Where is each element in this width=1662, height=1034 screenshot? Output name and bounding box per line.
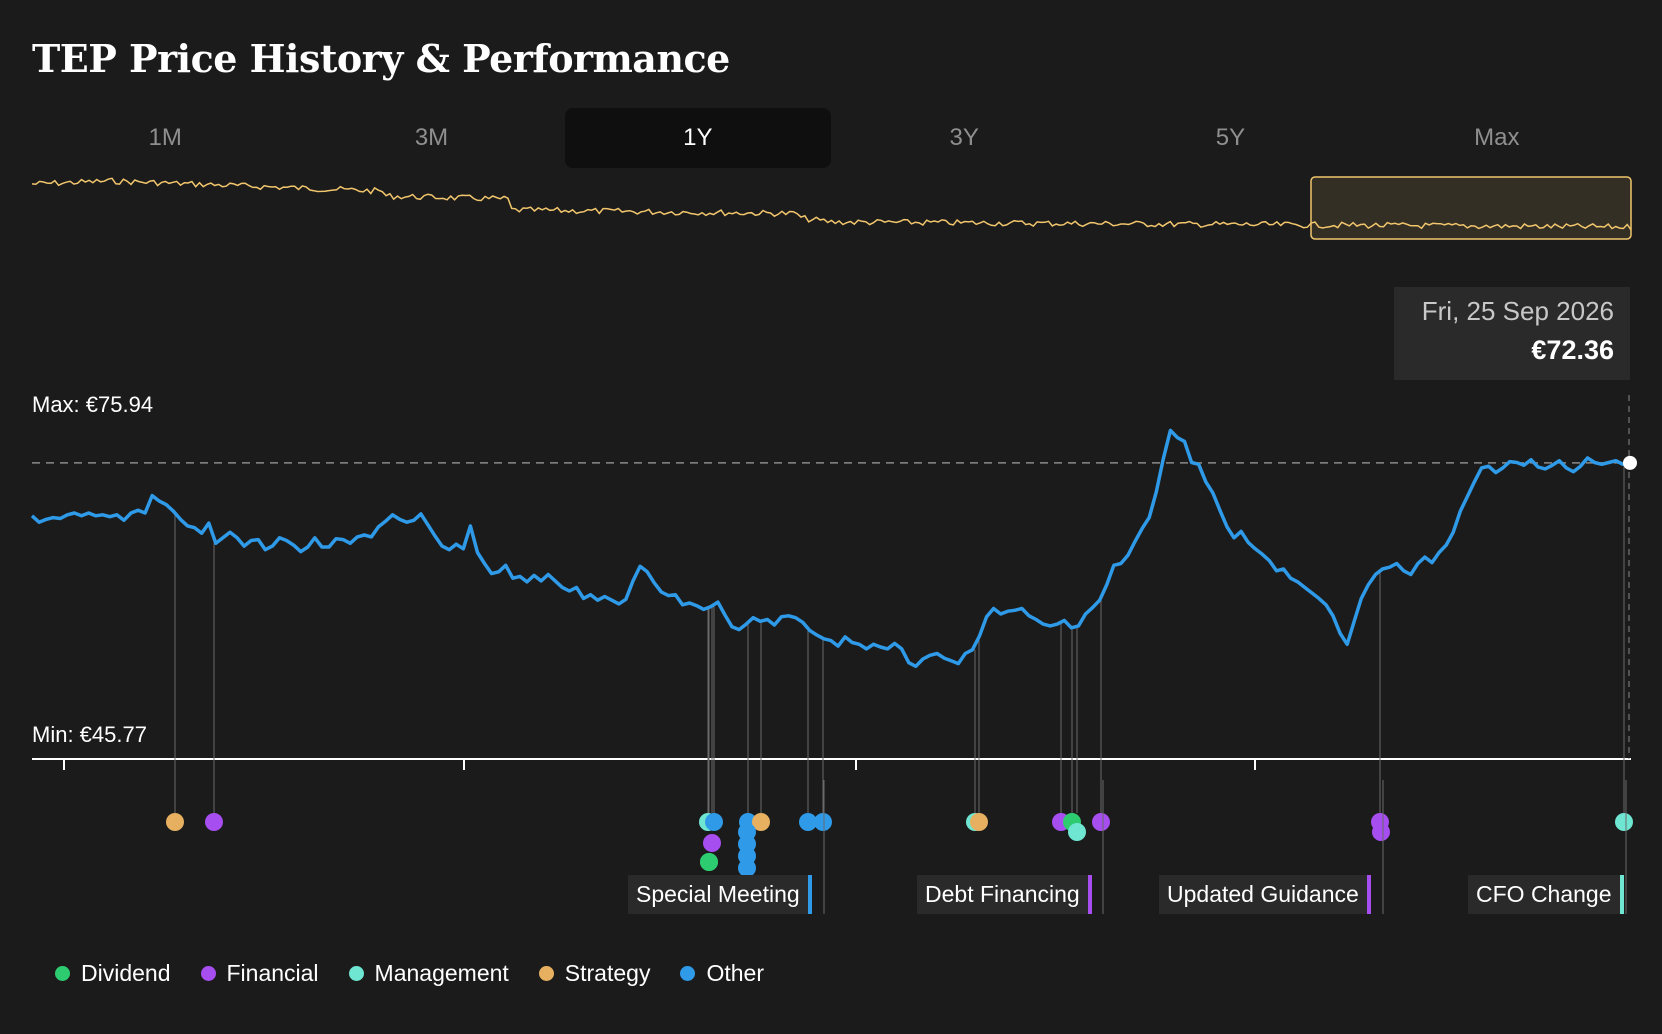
range-navigator[interactable] bbox=[31, 176, 1632, 240]
event-marker-management[interactable] bbox=[1068, 823, 1086, 841]
event-marker-strategy[interactable] bbox=[166, 813, 184, 831]
legend-dot-icon bbox=[200, 966, 216, 981]
tooltip-date: Fri, 25 Sep 2026 bbox=[1421, 296, 1614, 326]
event-marker-financial[interactable] bbox=[1372, 823, 1390, 841]
legend-item-financial[interactable]: Financial bbox=[200, 960, 319, 987]
chart-canvas[interactable]: Max: €75.94 Min: €45.77 bbox=[0, 0, 1662, 1034]
event-marker-dividend[interactable] bbox=[700, 853, 718, 871]
price-chart: Max: €75.94 Min: €45.77 bbox=[30, 392, 1637, 914]
event-marker-financial[interactable] bbox=[1092, 813, 1110, 831]
flag-updated-guidance[interactable]: Updated Guidance bbox=[1159, 875, 1371, 914]
legend-label: Financial bbox=[226, 960, 319, 986]
price-tooltip: Fri, 25 Sep 2026 €72.36 bbox=[1394, 287, 1630, 380]
legend-dot-icon bbox=[538, 966, 554, 981]
legend-dot-icon bbox=[680, 966, 696, 981]
flag-special-meeting[interactable]: Special Meeting bbox=[628, 875, 812, 914]
legend-label: Other bbox=[706, 960, 764, 986]
legend-dot-icon bbox=[55, 966, 70, 981]
event-marker-management[interactable] bbox=[1615, 813, 1633, 831]
flag-cfo-change[interactable]: CFO Change bbox=[1468, 875, 1624, 914]
legend: Dividend Financial Management Strategy Other bbox=[55, 960, 764, 987]
legend-label: Strategy bbox=[564, 960, 651, 986]
legend-item-management[interactable]: Management bbox=[348, 960, 509, 987]
navigator-selection[interactable] bbox=[1310, 176, 1632, 240]
tooltip-price: €72.36 bbox=[1531, 335, 1614, 365]
event-marker-other[interactable] bbox=[705, 813, 723, 831]
legend-label: Dividend bbox=[81, 960, 171, 986]
min-label: Min: €45.77 bbox=[32, 722, 147, 747]
event-marker-financial[interactable] bbox=[205, 813, 223, 831]
event-marker-strategy[interactable] bbox=[970, 813, 988, 831]
legend-label: Management bbox=[374, 960, 509, 986]
legend-item-other[interactable]: Other bbox=[680, 960, 764, 987]
event-marker-financial[interactable] bbox=[703, 834, 721, 852]
price-series-line[interactable] bbox=[30, 428, 1631, 669]
legend-item-dividend[interactable]: Dividend bbox=[55, 960, 171, 987]
legend-dot-icon bbox=[348, 966, 364, 981]
max-label: Max: €75.94 bbox=[32, 392, 153, 417]
legend-item-strategy[interactable]: Strategy bbox=[538, 960, 651, 987]
flag-debt-financing[interactable]: Debt Financing bbox=[917, 875, 1092, 914]
event-marker-other[interactable] bbox=[814, 813, 832, 831]
last-price-point bbox=[1623, 455, 1637, 470]
